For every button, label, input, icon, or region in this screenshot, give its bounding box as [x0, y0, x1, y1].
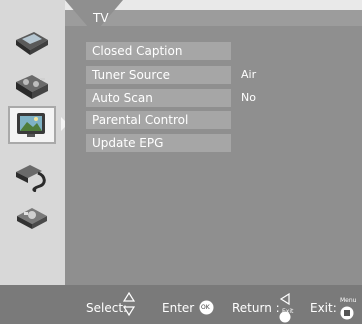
lock-icon[interactable] — [8, 198, 56, 236]
menu-item-tuner-source[interactable]: Tuner Source — [86, 66, 231, 84]
menu-item-auto-scan[interactable]: Auto Scan — [86, 89, 231, 107]
menu-key-icon — [340, 306, 354, 320]
menu-panel — [65, 26, 362, 285]
picture-icon[interactable] — [8, 24, 56, 62]
tv-osd-screen: TV Closed Caption Tuner Source Air Auto … — [0, 0, 362, 324]
menu-key-text: Menu — [340, 297, 357, 304]
return-hint-label: Return : — [232, 301, 280, 315]
exit-key-text: Exit — [282, 308, 294, 315]
menu-item-parental-control[interactable]: Parental Control — [86, 111, 231, 129]
ok-key-text: OK — [201, 304, 210, 311]
menu-item-closed-caption[interactable]: Closed Caption — [86, 42, 231, 60]
enter-hint-label: Enter — [162, 301, 195, 315]
tuner-source-value: Air — [241, 68, 257, 81]
exit-hint-label: Exit: — [310, 301, 337, 315]
category-sidebar — [0, 0, 65, 285]
tv-icon[interactable] — [8, 106, 56, 144]
audio-icon[interactable] — [8, 68, 56, 106]
up-down-arrow-icon — [123, 292, 135, 316]
page-title: TV — [93, 11, 109, 25]
setup-icon[interactable] — [8, 156, 56, 194]
menu-item-update-epg[interactable]: Update EPG — [86, 134, 231, 152]
auto-scan-value: No — [241, 91, 256, 104]
select-hint-label: Select: — [86, 301, 128, 315]
